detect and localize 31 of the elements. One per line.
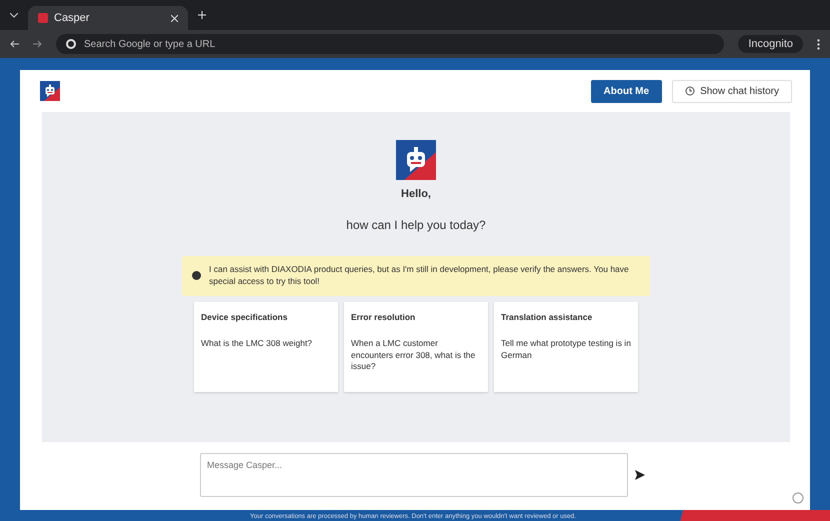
card-title: Error resolution — [351, 312, 416, 324]
plus-icon[interactable] — [198, 11, 206, 19]
card-title: Device specifications — [201, 312, 288, 324]
back-icon[interactable] — [10, 40, 19, 48]
suggestion-card[interactable]: Translation assistance Tell me what prototype testing is in German — [494, 302, 638, 392]
clock-icon — [685, 86, 696, 96]
incognito-button[interactable]: Incognito — [738, 35, 803, 53]
suggestion-card[interactable]: Error resolution When a LMC customer encounters error 308, what is the issue? — [344, 302, 488, 392]
chevron-down-icon[interactable] — [10, 12, 18, 18]
address-field[interactable]: Search Google or type a URL — [56, 34, 724, 54]
forward-icon[interactable] — [33, 40, 42, 48]
send-icon[interactable] — [634, 469, 646, 481]
greeting: Hello, — [401, 188, 431, 200]
notice-text: I can assist with DIAXODIA product queries, but as I'm still in development, please verify the answers. You have special access to try this tool! — [209, 264, 630, 288]
history-button[interactable]: Show chat history — [672, 80, 792, 102]
card-prompt: What is the LMC 308 weight? — [201, 338, 314, 350]
bot-avatar-icon — [396, 140, 436, 180]
address-placeholder: Search Google or type a URL — [84, 38, 216, 50]
close-icon[interactable] — [171, 14, 178, 22]
card-prompt: When a LMC customer encounters error 308, what is the issue? — [351, 338, 476, 374]
info-icon — [192, 271, 201, 280]
about-button[interactable]: About Me — [590, 80, 662, 102]
browser-tab[interactable]: Casper — [28, 6, 188, 30]
logo-icon — [40, 81, 60, 101]
favicon-icon — [38, 13, 48, 23]
menu-icon[interactable] — [817, 38, 820, 50]
welcome-question: how can I help you today? — [346, 218, 486, 232]
card-title: Translation assistance — [501, 312, 594, 324]
suggestion-card[interactable]: Device specifications What is the LMC 308 weight? — [194, 302, 338, 392]
message-field[interactable]: Message Casper... — [200, 453, 628, 497]
card-prompt: Tell me what prototype testing is in German — [501, 338, 631, 362]
